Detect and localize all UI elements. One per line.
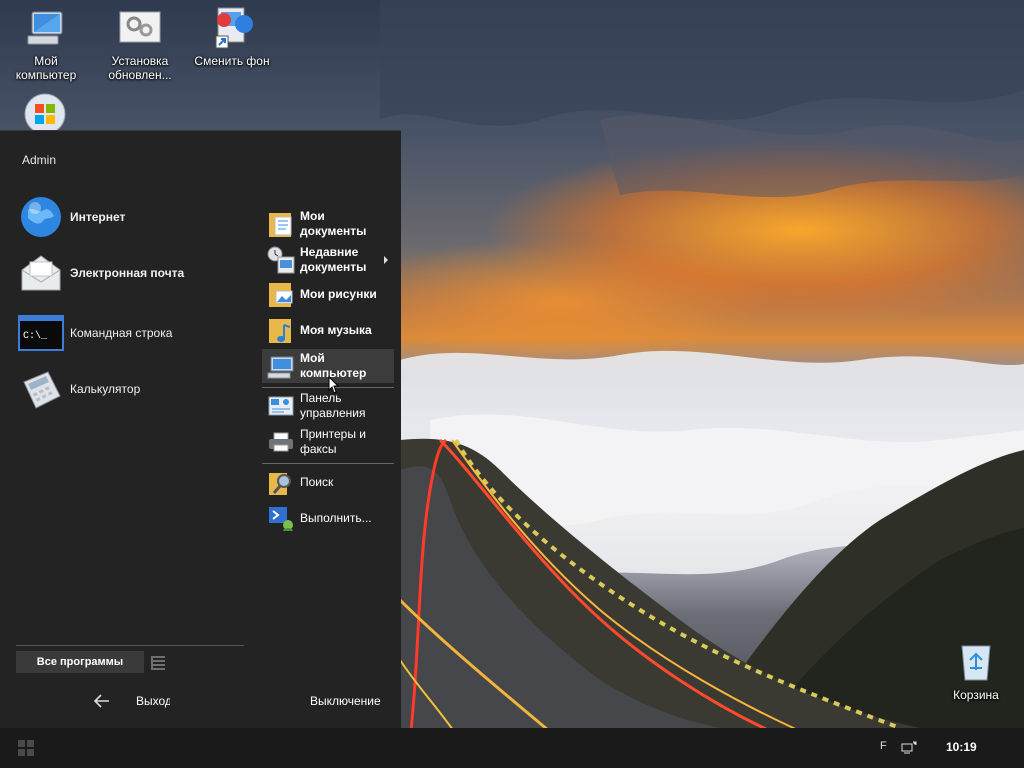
mouse-cursor-icon [328, 375, 340, 397]
change-wallpaper-icon [210, 6, 254, 50]
right-item-search[interactable]: Поиск [262, 465, 394, 499]
start-menu: Admin Интернет Электронная почта C:\_ Ко… [0, 130, 401, 728]
clock[interactable]: 10:19 [946, 740, 977, 754]
taskbar: F 10:19 [0, 728, 1024, 768]
computer-icon [266, 351, 296, 381]
pinned-item-label: Командная строка [70, 326, 173, 340]
desktop-icon-my-computer[interactable]: Мой компьютер [4, 6, 88, 82]
globe-icon [18, 194, 64, 240]
printer-icon [266, 427, 296, 457]
right-item-my-music[interactable]: Моя музыка [262, 313, 394, 347]
right-item-printers[interactable]: Принтеры и факсы [262, 425, 394, 459]
run-icon [266, 503, 296, 533]
desktop-icon-change-wallpaper[interactable]: Сменить фон [190, 6, 274, 68]
desktop-icon-label: Сменить фон [194, 54, 270, 68]
pictures-icon [266, 279, 296, 309]
start-button[interactable] [0, 728, 52, 768]
svg-text:C:\_: C:\_ [23, 330, 48, 342]
menu-separator [16, 645, 244, 646]
search-icon [266, 467, 296, 497]
back-arrow-icon[interactable] [92, 691, 112, 711]
list-icon[interactable] [150, 653, 168, 671]
right-item-label: Мои рисунки [300, 286, 377, 301]
logout-button[interactable]: Выход [136, 694, 170, 708]
music-icon [266, 315, 296, 345]
user-name: Admin [22, 153, 57, 167]
network-icon[interactable] [900, 739, 918, 757]
right-item-label: Моя музыка [300, 322, 372, 337]
cmd-icon: C:\_ [18, 310, 64, 356]
recycle-bin-icon [954, 640, 998, 684]
pinned-item-command-prompt[interactable]: C:\_ Командная строка [18, 309, 248, 357]
menu-separator [262, 463, 394, 464]
windows-logo-icon [18, 740, 34, 756]
pinned-item-label: Интернет [70, 210, 126, 224]
right-item-run[interactable]: Выполнить... [262, 501, 394, 535]
pinned-item-email[interactable]: Электронная почта [18, 249, 248, 297]
desktop-icon-label: Установка обновлен... [108, 54, 172, 82]
documents-icon [266, 209, 296, 239]
desktop-icon-updates[interactable]: Установка обновлен... [98, 6, 182, 82]
desktop-icon-recycle-bin[interactable]: Корзина [934, 640, 1018, 702]
shutdown-button[interactable]: Выключение [310, 694, 381, 708]
all-programs-button[interactable]: Все программы [16, 651, 144, 673]
submenu-arrow-icon [384, 256, 388, 264]
right-item-label: Принтеры и факсы [300, 427, 366, 456]
pinned-item-calculator[interactable]: Калькулятор [18, 365, 248, 413]
recent-documents-icon [266, 245, 296, 275]
desktop-icon-label: Корзина [953, 688, 999, 702]
mail-icon [18, 250, 64, 296]
calculator-icon [18, 366, 64, 412]
pinned-item-label: Электронная почта [70, 266, 185, 280]
computer-icon [24, 6, 68, 50]
right-item-my-documents[interactable]: Мои документы [262, 207, 394, 241]
right-item-my-pictures[interactable]: Мои рисунки [262, 277, 394, 311]
right-item-label: Недавние документы [300, 245, 367, 274]
desktop-icon-label: Мой компьютер [15, 54, 77, 82]
right-item-label: Мои документы [300, 209, 367, 238]
input-language-indicator[interactable]: F [880, 740, 887, 752]
right-item-label: Выполнить... [300, 510, 372, 525]
right-item-recent-documents[interactable]: Недавние документы [262, 243, 394, 277]
update-installer-icon [118, 6, 162, 50]
right-item-label: Поиск [300, 474, 334, 489]
control-panel-icon [266, 391, 296, 421]
pinned-item-label: Калькулятор [70, 382, 141, 396]
pinned-item-internet[interactable]: Интернет [18, 193, 248, 241]
